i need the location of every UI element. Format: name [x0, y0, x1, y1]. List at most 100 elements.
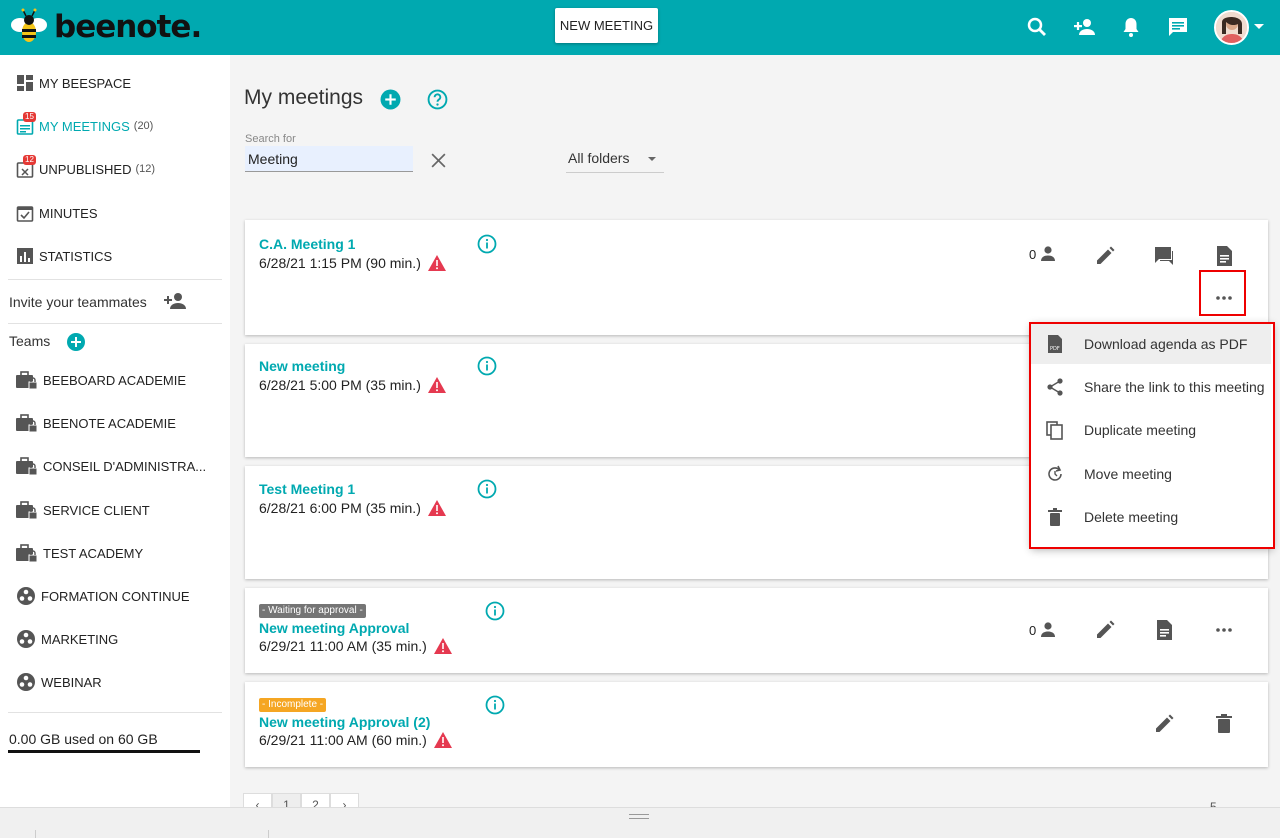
help-icon[interactable]	[427, 89, 448, 110]
calendar-list-icon: 15	[16, 112, 36, 135]
avatar[interactable]	[1214, 10, 1249, 45]
bottom-panel	[0, 807, 1280, 838]
sidebar-item-my-meetings[interactable]: 15 MY MEETINGS (20)	[16, 112, 154, 138]
sidebar-team-item[interactable]: TEST ACADEMY	[16, 541, 143, 565]
page-title: My meetings	[244, 86, 364, 109]
bee-icon	[11, 8, 47, 42]
sidebar-team-item[interactable]: BEEBOARD ACADEMIE	[16, 368, 186, 392]
beenote-logo[interactable]: beenote.	[8, 8, 202, 46]
sidebar-team-item[interactable]: CONSEIL D'ADMINISTRA...	[16, 454, 206, 478]
team-label: BEENOTE ACADEMIE	[43, 415, 176, 431]
chat-icon[interactable]	[1166, 15, 1190, 39]
sidebar-item-label: UNPUBLISHED	[39, 161, 132, 177]
warning-icon	[427, 377, 446, 393]
notification-badge: 15	[23, 112, 36, 122]
locked-briefcase-icon	[16, 544, 38, 563]
add-team-icon[interactable]	[66, 332, 86, 352]
invite-teammates-link[interactable]: Invite your teammates	[9, 294, 147, 310]
sidebar-item-statistics[interactable]: STATISTICS	[16, 244, 112, 268]
search-input[interactable]	[245, 146, 413, 172]
participant-count[interactable]: 0	[1029, 244, 1058, 264]
edit-icon[interactable]	[1093, 618, 1117, 642]
meeting-title[interactable]: Test Meeting 1	[259, 481, 355, 497]
sidebar: MY BEESPACE 15 MY MEETINGS (20) 12 UNPUB…	[0, 55, 230, 807]
info-icon[interactable]	[477, 479, 497, 499]
locked-briefcase-icon	[16, 457, 38, 476]
meeting-title[interactable]: New meeting Approval	[259, 620, 409, 636]
sidebar-item-minutes[interactable]: MINUTES	[16, 201, 98, 225]
clear-search-icon[interactable]	[430, 152, 447, 169]
resize-handle-icon[interactable]	[629, 814, 649, 819]
folder-select[interactable]: All folders	[566, 150, 664, 173]
new-meeting-button[interactable]: NEW MEETING	[555, 8, 658, 43]
trash-icon[interactable]	[1212, 712, 1236, 736]
comments-icon[interactable]	[1152, 244, 1176, 268]
info-icon[interactable]	[477, 356, 497, 376]
divider	[35, 830, 36, 838]
divider	[8, 712, 222, 713]
team-label: MARKETING	[41, 631, 119, 647]
sidebar-team-item[interactable]: FORMATION CONTINUE	[16, 584, 190, 608]
add-person-icon[interactable]	[1072, 15, 1096, 39]
divider	[8, 279, 222, 280]
meeting-date: 6/28/21 5:00 PM (35 min.)	[259, 376, 447, 394]
bell-icon[interactable]	[1119, 15, 1143, 39]
meeting-card[interactable]: - Incomplete - New meeting Approval (2) …	[245, 682, 1268, 767]
status-badge: - Incomplete -	[259, 698, 327, 712]
team-label: SERVICE CLIENT	[43, 502, 150, 518]
status-badge: - Waiting for approval -	[259, 604, 366, 618]
sidebar-team-item[interactable]: SERVICE CLIENT	[16, 498, 150, 522]
sidebar-team-item[interactable]: BEENOTE ACADEMIE	[16, 411, 176, 435]
sidebar-team-item[interactable]: WEBINAR	[16, 670, 102, 694]
sidebar-item-label: MY BEESPACE	[39, 75, 131, 91]
meeting-date: 6/29/21 11:00 AM (60 min.)	[259, 731, 453, 749]
team-label: CONSEIL D'ADMINISTRA...	[43, 458, 207, 474]
add-person-icon[interactable]	[163, 291, 187, 311]
chevron-down-icon[interactable]	[1254, 24, 1264, 29]
group-icon	[17, 630, 35, 648]
meeting-date: 6/29/21 11:00 AM (35 min.)	[259, 637, 453, 655]
edit-icon[interactable]	[1152, 712, 1176, 736]
calendar-check-icon	[16, 206, 34, 222]
storage-usage: 0.00 GB used on 60 GB	[9, 731, 158, 747]
highlight-menu	[1029, 322, 1275, 549]
warning-icon	[433, 638, 452, 654]
sidebar-item-my-beespace[interactable]: MY BEESPACE	[16, 71, 131, 95]
divider	[268, 830, 269, 838]
more-options-icon[interactable]	[1212, 618, 1236, 642]
calendar-x-icon: 12	[16, 155, 36, 178]
team-label: BEEBOARD ACADEMIE	[43, 372, 187, 388]
team-label: FORMATION CONTINUE	[41, 588, 190, 604]
bar-chart-icon	[17, 248, 33, 264]
document-icon[interactable]	[1212, 244, 1236, 268]
sidebar-item-label: STATISTICS	[39, 248, 113, 264]
group-icon	[17, 587, 35, 605]
info-icon[interactable]	[485, 601, 505, 621]
meeting-card[interactable]: - Waiting for approval - New meeting App…	[245, 588, 1268, 673]
meeting-count: (20)	[133, 120, 154, 132]
add-meeting-icon[interactable]	[380, 89, 401, 110]
document-icon[interactable]	[1152, 618, 1176, 642]
team-label: TEST ACADEMY	[43, 545, 144, 561]
sidebar-item-label: MINUTES	[39, 205, 98, 221]
warning-icon	[433, 732, 452, 748]
meeting-title[interactable]: C.A. Meeting 1	[259, 236, 355, 252]
person-icon	[1041, 622, 1056, 637]
edit-icon[interactable]	[1093, 244, 1117, 268]
search-label: Search for	[245, 133, 296, 145]
info-icon[interactable]	[477, 234, 497, 254]
info-icon[interactable]	[485, 695, 505, 715]
participant-count[interactable]: 0	[1029, 620, 1058, 640]
logo-text: beenote.	[54, 9, 202, 45]
unpublished-count: (12)	[135, 163, 156, 175]
sidebar-team-item[interactable]: MARKETING	[16, 627, 118, 651]
meeting-card[interactable]: C.A. Meeting 1 6/28/21 1:15 PM (90 min.)…	[245, 220, 1268, 335]
warning-icon	[427, 255, 446, 271]
meeting-title[interactable]: New meeting Approval (2)	[259, 714, 430, 730]
divider	[8, 323, 222, 324]
meeting-title[interactable]: New meeting	[259, 358, 345, 374]
search-icon[interactable]	[1025, 15, 1049, 39]
sidebar-item-unpublished[interactable]: 12 UNPUBLISHED (12)	[16, 155, 156, 181]
folder-select-value: All folders	[568, 150, 630, 166]
locked-briefcase-icon	[16, 371, 38, 390]
